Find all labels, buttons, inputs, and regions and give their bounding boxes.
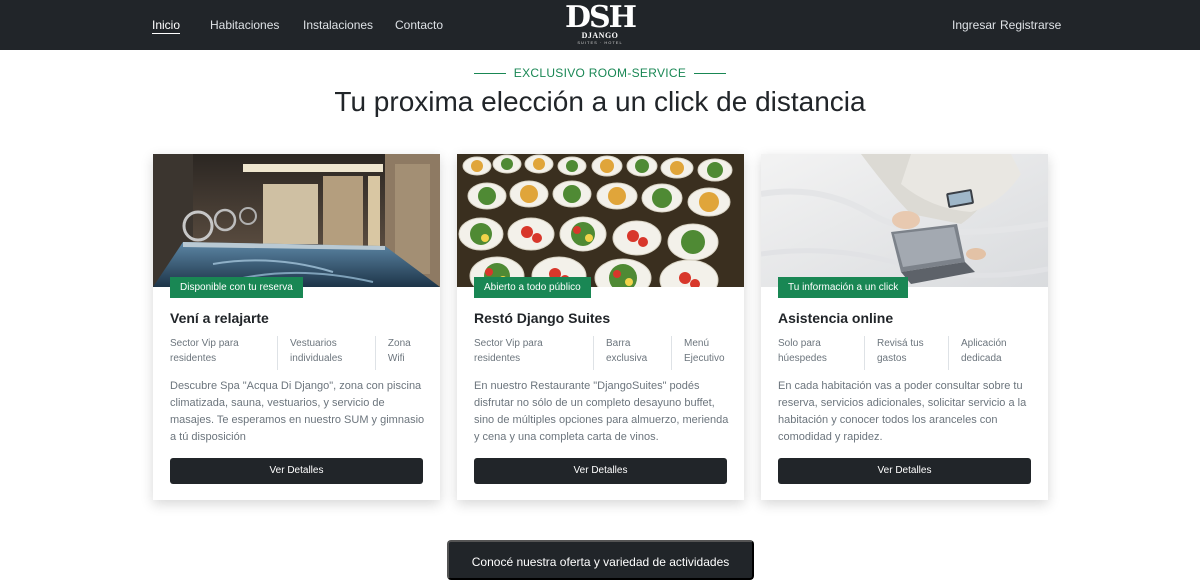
feature-item: Menú Ejecutivo — [671, 336, 727, 370]
card-spa: Disponible con tu reserva Vení a relajar… — [153, 154, 440, 500]
card-features: Solo para húespedes Revisá tus gastos Ap… — [778, 336, 1031, 370]
view-details-button[interactable]: Ver Detalles — [778, 458, 1031, 484]
card-features: Sector Vip para residentes Barra exclusi… — [474, 336, 727, 370]
brand-tagline: SUITES · HOTEL — [577, 40, 623, 45]
brand-logo[interactable]: DSH DJANGO SUITES · HOTEL — [560, 3, 640, 47]
feature-item: Zona Wifi — [374, 336, 423, 370]
register-link[interactable]: Registrarse — [1000, 18, 1061, 32]
nav-link-inicio[interactable]: Inicio — [152, 18, 181, 34]
card-online-assistance: Tu información a un click Asistencia onl… — [761, 154, 1048, 500]
feature-item: Revisá tus gastos — [864, 336, 948, 370]
card-description: Descubre Spa "Acqua Di Django", zona con… — [170, 380, 425, 443]
buffet-food-image — [457, 154, 744, 287]
card-title: Asistencia online — [778, 310, 894, 326]
card-features: Sector Vip para residentes Vestuarios in… — [170, 336, 423, 370]
section-title: Tu proxima elección a un click de distan… — [334, 86, 866, 117]
nav-link-instalaciones[interactable]: Instalaciones — [303, 18, 373, 32]
eyebrow-text: EXCLUSIVO ROOM-SERVICE — [513, 66, 687, 80]
spa-pool-image — [153, 154, 440, 287]
feature-item: Sector Vip para residentes — [170, 338, 239, 364]
nav-link-habitaciones[interactable]: Habitaciones — [210, 18, 279, 32]
section-eyebrow: EXCLUSIVO ROOM-SERVICE — [0, 66, 1200, 80]
view-details-button[interactable]: Ver Detalles — [170, 458, 423, 484]
activities-cta-button[interactable]: Conocé nuestra oferta y variedad de acti… — [447, 540, 754, 580]
card-badge: Disponible con tu reserva — [170, 277, 303, 298]
card-title: Restó Django Suites — [474, 310, 611, 326]
card-description: En cada habitación vas a poder consultar… — [778, 380, 1027, 443]
feature-item: Vestuarios individuales — [277, 336, 375, 370]
brand-monogram: DSH — [564, 0, 637, 35]
feature-item: Barra exclusiva — [593, 336, 671, 370]
login-link[interactable]: Ingresar — [952, 18, 996, 32]
card-badge: Tu información a un click — [778, 277, 909, 298]
card-title: Vení a relajarte — [170, 310, 269, 326]
eyebrow-line-left — [473, 73, 506, 75]
laptop-bed-image — [761, 154, 1048, 287]
nav-link-contacto[interactable]: Contacto — [395, 18, 443, 32]
card-restaurant: Abierto a todo público Restó Django Suit… — [457, 154, 744, 500]
feature-item: Sector Vip para residentes — [474, 338, 543, 364]
view-details-button[interactable]: Ver Detalles — [474, 458, 727, 484]
eyebrow-line-right — [694, 73, 727, 75]
navbar: Inicio Habitaciones Instalaciones Contac… — [0, 0, 1200, 50]
card-badge: Abierto a todo público — [474, 277, 591, 298]
card-description: En nuestro Restaurante "DjangoSuites" po… — [474, 380, 729, 443]
feature-item: Solo para húespedes — [778, 338, 827, 364]
feature-item: Aplicación dedicada — [948, 336, 1031, 370]
